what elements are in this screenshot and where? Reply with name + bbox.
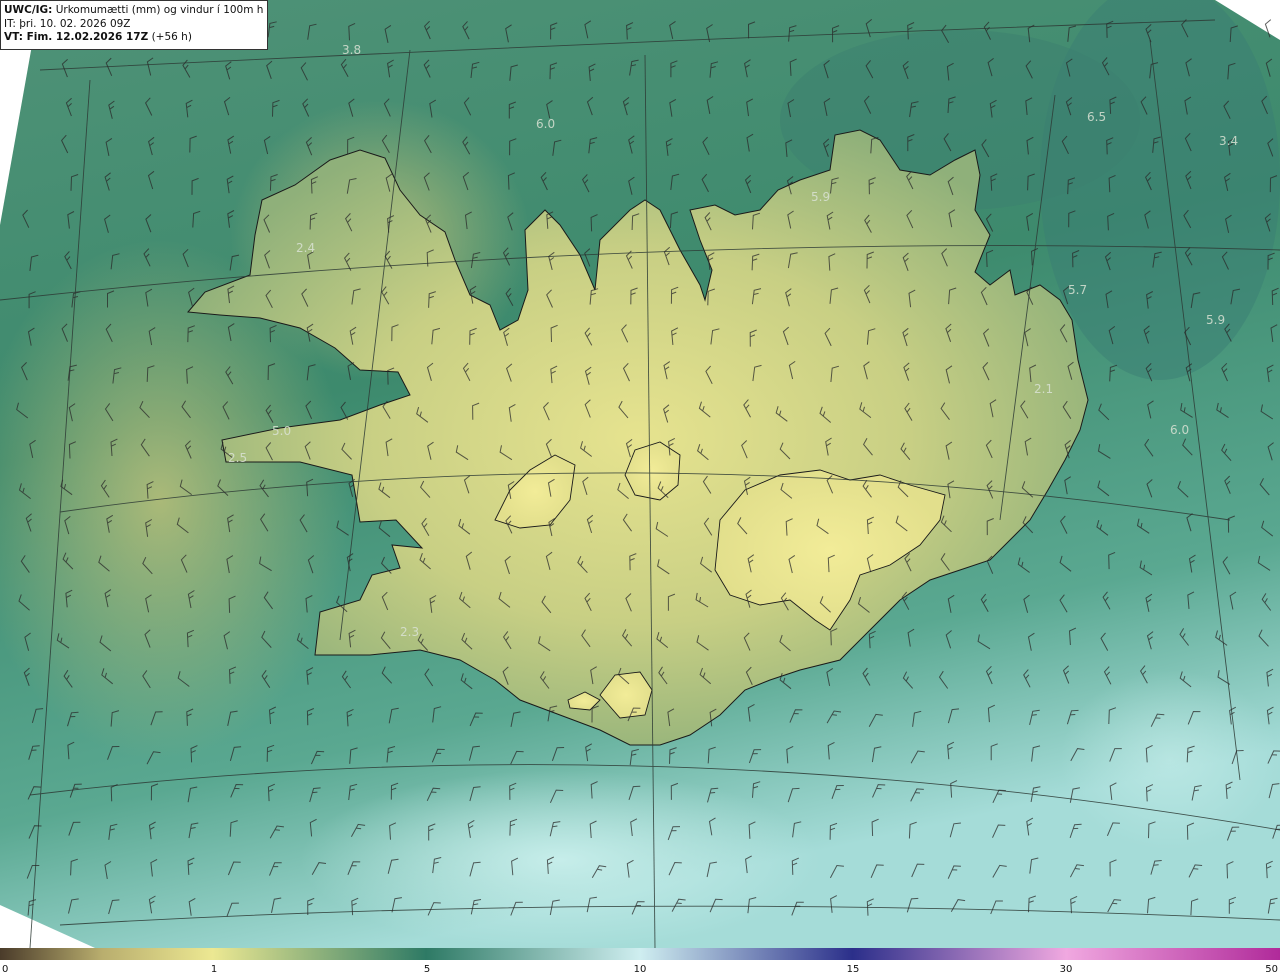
map-value-label: 5.9 (1206, 313, 1225, 327)
map-value-label: 5.7 (1068, 283, 1087, 297)
map-value-label: 2.3 (400, 625, 419, 639)
colorbar-gradient (0, 948, 1280, 960)
valid-time: VT: Fim. 12.02.2026 17Z (4, 31, 149, 43)
map-title-box: UWC/IG: Úrkomumætti (mm) og vindur í 100… (0, 0, 268, 50)
model-name: UWC/IG: (4, 4, 53, 16)
map-value-label: 6.0 (536, 117, 555, 131)
initial-time: IT: þri. 10. 02. 2026 09Z (4, 17, 131, 30)
forecast-map: 3.8 6.0 6.5 3.4 5.9 2.4 5.7 5.9 2.1 5.0 … (0, 0, 1280, 948)
map-value-label: 3.8 (342, 43, 361, 57)
map-value-label: 5.0 (272, 424, 291, 438)
colorbar-tick: 10 (633, 964, 647, 975)
colorbar-tick: 30 (1059, 964, 1073, 975)
title-line: UWC/IG: Úrkomumætti (mm) og vindur í 100… (4, 4, 264, 18)
map-value-label: 3.4 (1219, 134, 1238, 148)
map-value-label: 6.0 (1170, 423, 1189, 437)
colorbar-tick: 1 (210, 964, 218, 975)
map-value-label: 2.1 (1034, 382, 1053, 396)
product-name: Úrkomumætti (mm) og vindur í 100m hæð (55, 4, 264, 16)
map-value-label: 5.9 (811, 190, 830, 204)
precip-colorbar: 0 1 5 10 15 30 50 (0, 948, 1280, 978)
colorbar-tick: 50 (1265, 964, 1278, 975)
colorbar-tick: 5 (423, 964, 431, 975)
map-value-label: 6.5 (1087, 110, 1106, 124)
valid-time-line: VT: Fim. 12.02.2026 17Z (+56 h) (4, 31, 264, 45)
map-value-label: 2.5 (228, 451, 247, 465)
map-value-label: 2.4 (296, 241, 315, 255)
forecast-offset: (+56 h) (151, 31, 192, 43)
south-dry-area (300, 770, 820, 948)
colorbar-tick: 15 (846, 964, 860, 975)
colorbar-tick: 0 (2, 964, 9, 975)
